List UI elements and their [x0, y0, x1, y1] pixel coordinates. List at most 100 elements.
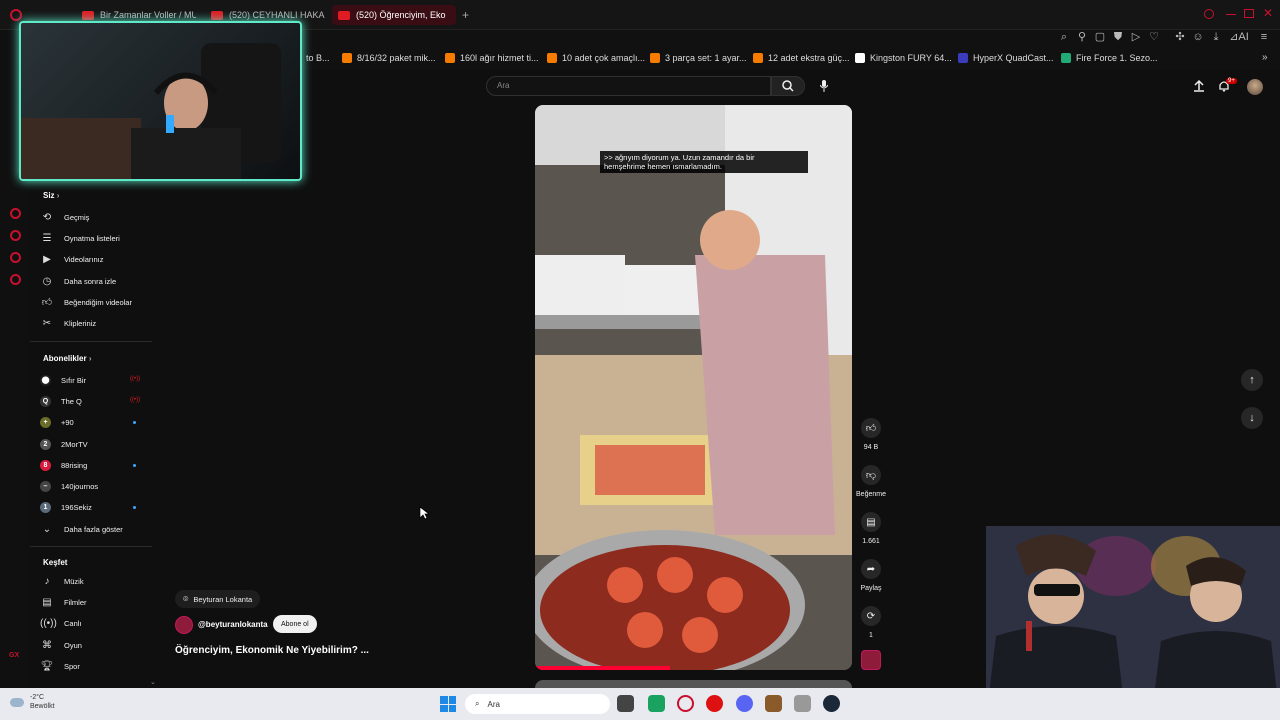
bookmark[interactable]: 12 adet ekstra güç...: [753, 53, 850, 63]
file-explorer-icon[interactable]: [617, 695, 634, 712]
shorts-video-player[interactable]: [535, 105, 852, 670]
dislike-button[interactable]: 👎︎: [861, 465, 881, 485]
rail-history-icon[interactable]: [10, 230, 21, 241]
close-window-button[interactable]: ✕: [1263, 6, 1273, 20]
discord-icon[interactable]: [736, 695, 753, 712]
steam-icon[interactable]: [823, 695, 840, 712]
new-tab-button[interactable]: +: [462, 8, 469, 22]
bookmark[interactable]: HyperX QuadCast...: [958, 53, 1054, 63]
sidebar-item-label: Oynatma listeleri: [64, 233, 120, 243]
you-section-heading[interactable]: Siz ›: [43, 191, 59, 200]
show-more-label: Daha fazla göster: [64, 524, 123, 534]
sidebar-item-your-videos[interactable]: ▶ Videolarınız: [40, 250, 150, 268]
remix-button[interactable]: ⟳: [861, 606, 881, 626]
chevron-right-icon: ›: [88, 354, 92, 363]
bookmark[interactable]: to B...: [306, 53, 330, 63]
bookmark[interactable]: Kingston FURY 64...: [855, 53, 952, 63]
youtube-icon: [338, 10, 350, 20]
rail-settings-icon[interactable]: [10, 274, 21, 285]
zoom-icon[interactable]: ⌕: [1058, 31, 1070, 43]
sidebar-item-playlists[interactable]: ☰ Oynatma listeleri: [40, 229, 150, 247]
like-button[interactable]: 👍︎: [861, 418, 881, 438]
sidebar-item-watch-later[interactable]: ◷ Daha sonra izle: [40, 272, 150, 290]
sidebar-item-music[interactable]: ♪ Müzik: [40, 572, 150, 590]
channel-name[interactable]: @beyturanlokanta: [198, 620, 268, 629]
browser-tab-active[interactable]: (520) Öğrenciyim, Eko: [332, 5, 456, 25]
download-icon[interactable]: ⤓: [1210, 31, 1222, 43]
maximize-button[interactable]: [1244, 9, 1254, 18]
play-icon[interactable]: ▷: [1130, 31, 1142, 43]
search-button[interactable]: [771, 76, 805, 96]
app-icon[interactable]: [765, 695, 782, 712]
webcam-overlay: [19, 21, 302, 181]
bookmark[interactable]: 3 parça set: 1 ayar...: [650, 53, 747, 63]
account-icon[interactable]: ☺: [1192, 31, 1204, 43]
subscriptions-heading[interactable]: Abonelikler ›: [43, 354, 91, 363]
opera-gx-icon[interactable]: [677, 695, 694, 712]
snapshot-icon[interactable]: ▢: [1094, 31, 1106, 43]
sidebar-item-liked-videos[interactable]: 👍︎ Beğendiğim videolar: [40, 293, 150, 311]
channel-avatar: +: [40, 416, 51, 428]
sound-source-avatar[interactable]: [861, 650, 881, 670]
taskbar-search[interactable]: ⌕ Ara: [465, 694, 610, 714]
extensions-icon[interactable]: ✣: [1174, 31, 1186, 43]
show-more-button[interactable]: ⌄ Daha fazla göster: [40, 520, 150, 538]
store-icon[interactable]: [648, 695, 665, 712]
app-icon[interactable]: [706, 695, 723, 712]
location-chip[interactable]: ⌾ Beyturan Lokanta: [175, 590, 261, 608]
rail-extensions-icon[interactable]: [10, 252, 21, 263]
shield-icon[interactable]: ⛊: [1112, 31, 1124, 43]
sidebar-divider: [30, 546, 152, 547]
subscription-label: 2MorTV: [61, 439, 88, 449]
video-title[interactable]: Öğrenciyim, Ekonomik Ne Yiyebilirim? ...: [175, 645, 369, 656]
app-icon[interactable]: [794, 695, 811, 712]
subscription-item[interactable]: –140journos: [40, 477, 150, 495]
pin-icon[interactable]: ⚲: [1076, 31, 1088, 43]
comments-button[interactable]: ▤: [861, 512, 881, 532]
chevron-down-icon: ⌄: [42, 523, 52, 535]
heart-icon[interactable]: ♡: [1148, 31, 1160, 43]
minimize-button[interactable]: [1226, 14, 1236, 15]
gx-icon[interactable]: GX: [9, 652, 19, 659]
sidebar-item-gaming[interactable]: ⌘ Oyun: [40, 636, 150, 654]
sidebar-item-clips[interactable]: ✂ Klipleriniz: [40, 314, 150, 332]
rail-player-icon[interactable]: [10, 208, 21, 219]
more-bookmarks-icon[interactable]: »: [1262, 52, 1268, 63]
search-input[interactable]: Ara: [486, 76, 771, 96]
sidebar-scroll-arrow-icon[interactable]: ⌄: [150, 678, 156, 686]
voice-search-button[interactable]: [815, 77, 833, 95]
search-tabs-icon[interactable]: [1204, 9, 1214, 19]
subscribe-button[interactable]: Abone ol: [273, 615, 317, 633]
channel-avatar[interactable]: [175, 616, 193, 634]
sidebar-item-sports[interactable]: 🏆︎ Spor: [40, 657, 150, 675]
sidebar-item-movies[interactable]: ▤ Filmler: [40, 593, 150, 611]
aria-ai-icon[interactable]: ⊿AI: [1228, 31, 1250, 43]
opera-logo-icon[interactable]: [10, 9, 22, 21]
bookmark-label: 3 parça set: 1 ayar...: [665, 53, 747, 63]
bookmark[interactable]: Fire Force 1. Sezo...: [1061, 53, 1158, 63]
bookmark-label: 12 adet ekstra güç...: [768, 53, 850, 63]
cloud-icon: [10, 697, 24, 707]
start-button[interactable]: [440, 696, 456, 712]
sidebar-item-history[interactable]: ⟲ Geçmiş: [40, 208, 150, 226]
live-indicator-icon: ((•)): [130, 376, 141, 382]
windows-taskbar: [0, 688, 1280, 720]
bookmark[interactable]: 8/16/32 paket mik...: [342, 53, 436, 63]
sidebar-item-label: Beğendiğim videolar: [64, 297, 132, 307]
weather-widget[interactable]: -2°C Bewölkt: [10, 693, 55, 711]
windows-logo-icon: [440, 696, 448, 704]
aliexpress-icon: [445, 53, 455, 63]
bookmark[interactable]: 160l ağır hizmet ti...: [445, 53, 539, 63]
subscription-item[interactable]: 2 2MorTV: [40, 435, 150, 453]
youtube-icon: [211, 10, 223, 20]
upload-button[interactable]: [1192, 79, 1206, 93]
subscriptions-label: Abonelikler: [43, 354, 87, 363]
previous-video-button[interactable]: ↑: [1241, 369, 1263, 391]
next-video-button[interactable]: ↓: [1241, 407, 1263, 429]
menu-icon[interactable]: ≡: [1258, 31, 1270, 43]
sidebar-item-live[interactable]: ((•)) Canlı: [40, 614, 150, 632]
share-icon: ➦: [866, 563, 876, 575]
share-button[interactable]: ➦: [861, 559, 881, 579]
account-avatar[interactable]: [1247, 79, 1263, 95]
bookmark[interactable]: 10 adet çok amaçlı...: [547, 53, 645, 63]
